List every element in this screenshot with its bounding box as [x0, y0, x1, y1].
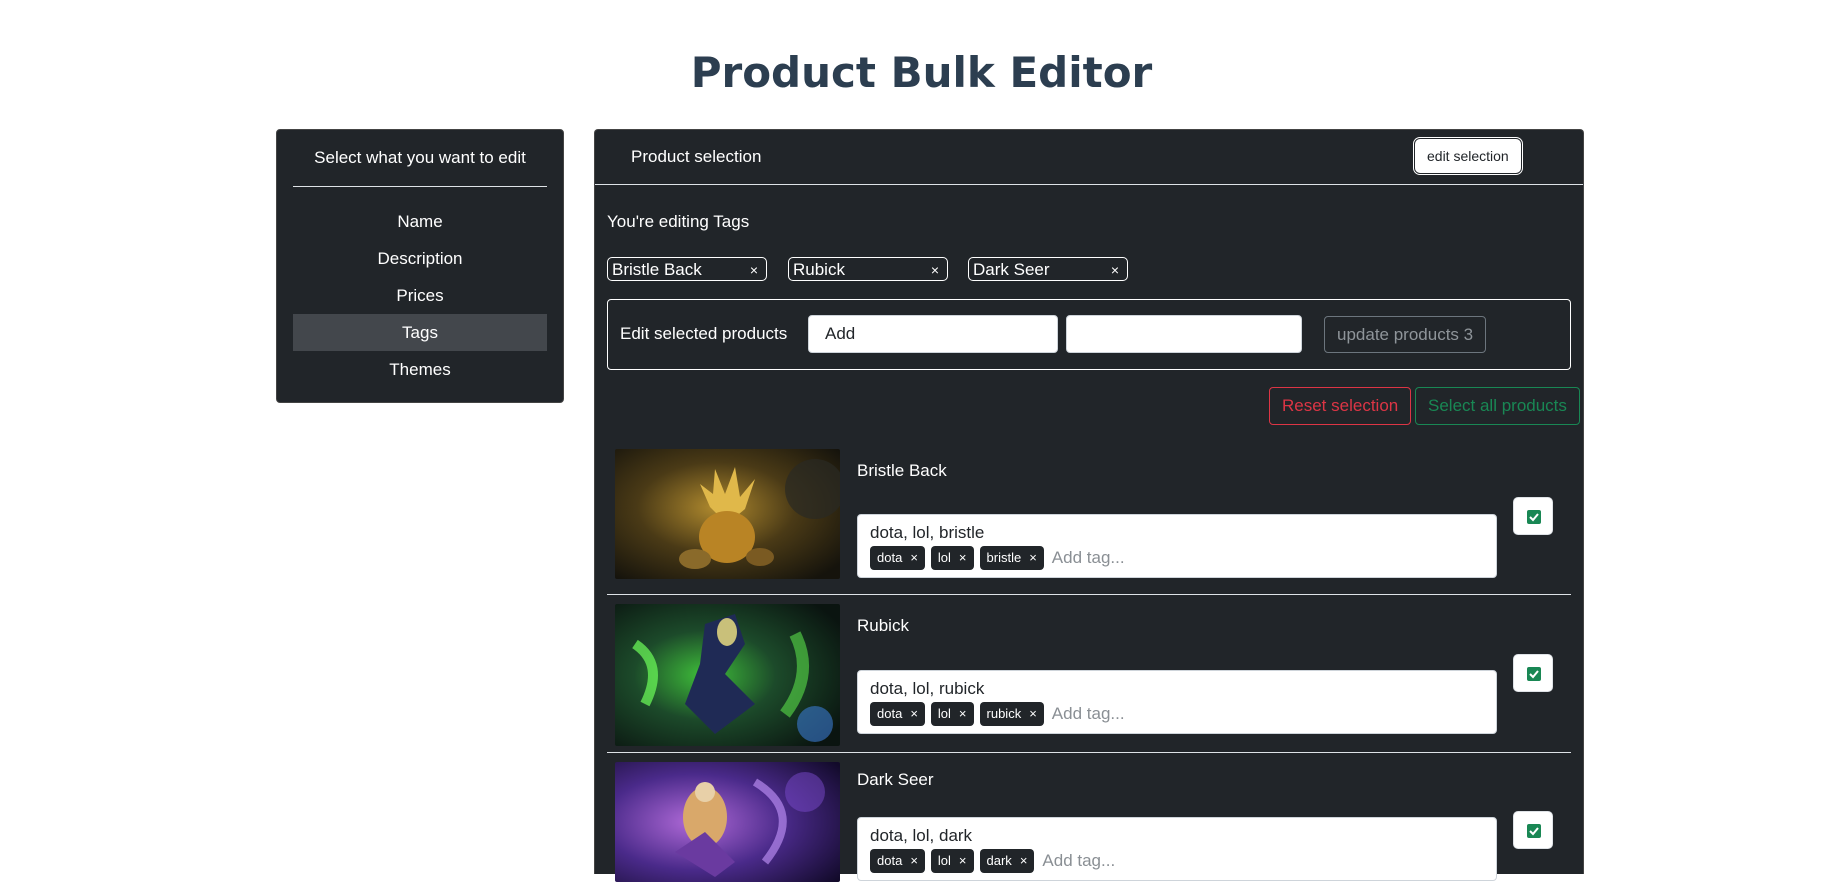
add-tag-placeholder[interactable]: Add tag...: [1042, 851, 1115, 871]
close-icon[interactable]: ×: [931, 258, 939, 282]
tag-label: lol: [937, 550, 951, 565]
tag-label: dota: [877, 706, 903, 721]
chip-label: Bristle Back: [612, 260, 702, 279]
selected-chip: Dark Seer ×: [968, 257, 1128, 281]
tag-label: dark: [986, 853, 1012, 868]
tag-pill: rubick ×: [979, 702, 1044, 726]
tag-pill: dota ×: [870, 702, 925, 726]
close-icon[interactable]: ×: [910, 706, 918, 721]
edit-selection-button[interactable]: edit selection: [1414, 138, 1522, 174]
product-image: [615, 449, 840, 579]
panel-header: Product selection edit selection: [595, 130, 1583, 185]
check-icon: [1527, 824, 1541, 838]
edit-field-sidebar: Select what you want to edit Name Descri…: [276, 129, 564, 403]
selected-chip: Bristle Back ×: [607, 257, 767, 281]
product-name: Rubick: [857, 616, 909, 635]
tag-label: lol: [937, 706, 951, 721]
tag-pill: dota ×: [870, 546, 925, 570]
tag-pill: dota ×: [870, 849, 925, 873]
tag-label: dota: [877, 550, 903, 565]
tag-label: rubick: [986, 706, 1022, 721]
tag-label: lol: [937, 853, 951, 868]
close-icon[interactable]: ×: [1020, 853, 1028, 868]
tag-input[interactable]: dota, lol, dark dota × lol × dark × Add tag…: [857, 817, 1497, 881]
tag-pill: bristle ×: [979, 546, 1044, 570]
editing-status-text: You're editing Tags: [607, 212, 750, 231]
tag-input[interactable]: dota, lol, rubick dota × lol × rubick × Add…: [857, 670, 1497, 734]
tag-pill: dark ×: [979, 849, 1035, 873]
sidebar-item-name[interactable]: Name: [293, 203, 547, 240]
product-divider: [607, 594, 1571, 595]
product-select-checkbox[interactable]: [1513, 654, 1553, 692]
reset-selection-button[interactable]: Reset selection: [1269, 387, 1412, 425]
tag-input[interactable]: dota, lol, bristle dota × lol × bristle × A…: [857, 514, 1497, 578]
tag-input-value: dota, lol, rubick: [870, 679, 985, 698]
update-products-button[interactable]: update products 3: [1324, 316, 1487, 353]
close-icon[interactable]: ×: [959, 853, 967, 868]
product-name: Bristle Back: [857, 461, 947, 480]
close-icon[interactable]: ×: [959, 550, 967, 565]
sidebar-divider: [293, 186, 547, 187]
product-image: [615, 604, 840, 746]
close-icon[interactable]: ×: [1029, 706, 1037, 721]
sidebar-header: Select what you want to edit: [314, 148, 526, 167]
panel-title: Product selection: [631, 147, 762, 166]
product-image: [615, 762, 840, 882]
tag-label: bristle: [986, 550, 1022, 565]
chip-label: Dark Seer: [973, 260, 1050, 279]
edit-mode-select[interactable]: Add: [808, 315, 1058, 353]
bulk-edit-label: Edit selected products: [620, 324, 788, 343]
close-icon[interactable]: ×: [1111, 258, 1119, 282]
tag-label: dota: [877, 853, 903, 868]
edit-value-input[interactable]: [1066, 315, 1302, 353]
select-all-products-button[interactable]: Select all products: [1415, 387, 1580, 425]
close-icon[interactable]: ×: [1029, 550, 1037, 565]
product-name: Dark Seer: [857, 770, 934, 789]
sidebar-item-prices[interactable]: Prices: [293, 277, 547, 314]
chip-label: Rubick: [793, 260, 845, 279]
sidebar-item-description[interactable]: Description: [293, 240, 547, 277]
tag-input-value: dota, lol, dark: [870, 826, 973, 845]
product-selection-panel: Product selection edit selection You're …: [594, 129, 1584, 882]
product-select-checkbox[interactable]: [1513, 497, 1553, 535]
add-tag-placeholder[interactable]: Add tag...: [1052, 548, 1125, 568]
add-tag-placeholder[interactable]: Add tag...: [1052, 704, 1125, 724]
check-icon: [1527, 510, 1541, 524]
close-icon[interactable]: ×: [910, 550, 918, 565]
product-divider: [607, 752, 1571, 753]
tag-pill: lol ×: [930, 546, 974, 570]
tag-pill: lol ×: [930, 849, 974, 873]
close-icon[interactable]: ×: [750, 258, 758, 282]
tag-pill: lol ×: [930, 702, 974, 726]
sidebar-item-themes[interactable]: Themes: [293, 351, 547, 388]
product-select-checkbox[interactable]: [1513, 811, 1553, 849]
close-icon[interactable]: ×: [959, 706, 967, 721]
bulk-edit-box: Edit selected products Add update produc…: [607, 299, 1571, 370]
close-icon[interactable]: ×: [910, 853, 918, 868]
sidebar-item-tags[interactable]: Tags: [293, 314, 547, 351]
tag-input-value: dota, lol, bristle: [870, 523, 985, 542]
page-title: Product Bulk Editor: [690, 48, 1153, 97]
selected-chip: Rubick ×: [788, 257, 948, 281]
check-icon: [1527, 667, 1541, 681]
